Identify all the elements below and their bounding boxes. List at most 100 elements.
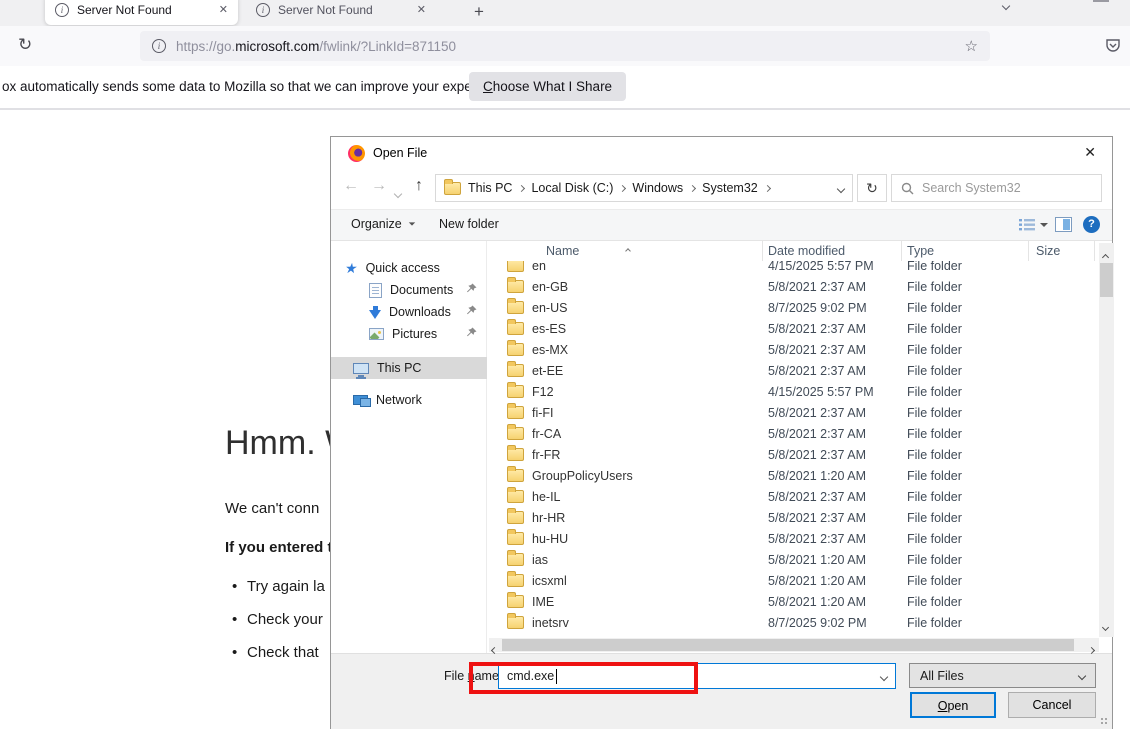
column-header-size[interactable]: Size bbox=[1029, 241, 1095, 261]
file-row[interactable]: he-IL 5/8/2021 2:37 AM File folder bbox=[487, 486, 1099, 507]
pocket-icon[interactable] bbox=[1104, 36, 1122, 59]
sidebar-item-this-pc[interactable]: This PC bbox=[331, 357, 487, 379]
dialog-title: Open File bbox=[373, 146, 427, 160]
breadcrumb-item[interactable]: Windows bbox=[632, 181, 683, 195]
file-row[interactable]: icsxml 5/8/2021 1:20 AM File folder bbox=[487, 570, 1099, 591]
horizontal-scrollbar-thumb[interactable] bbox=[502, 639, 1074, 651]
tab-close-icon[interactable]: ✕ bbox=[219, 3, 228, 16]
site-info-icon[interactable]: i bbox=[152, 39, 166, 53]
folder-icon bbox=[507, 532, 524, 545]
file-row[interactable]: en 4/15/2025 5:57 PM File folder bbox=[487, 261, 1099, 276]
file-type-dropdown-icon bbox=[1078, 671, 1086, 679]
file-name-dropdown-icon[interactable] bbox=[881, 669, 887, 683]
scroll-down-icon[interactable] bbox=[1103, 619, 1108, 633]
file-row[interactable]: GroupPolicyUsers 5/8/2021 1:20 AM File f… bbox=[487, 465, 1099, 486]
file-row[interactable]: fr-CA 5/8/2021 2:37 AM File folder bbox=[487, 423, 1099, 444]
sidebar-item-documents[interactable]: Documents bbox=[331, 279, 487, 301]
breadcrumb[interactable]: This PC Local Disk (C:) Windows System32 bbox=[435, 174, 853, 202]
breadcrumb-item[interactable]: This PC bbox=[468, 181, 512, 195]
column-header-type[interactable]: Type bbox=[902, 241, 1029, 261]
scroll-right-icon[interactable] bbox=[1089, 642, 1094, 656]
refresh-icon[interactable]: ↻ bbox=[857, 174, 887, 202]
file-type: File folder bbox=[902, 364, 1029, 378]
file-row[interactable]: IME 5/8/2021 1:20 AM File folder bbox=[487, 591, 1099, 612]
file-row[interactable]: et-EE 5/8/2021 2:37 AM File folder bbox=[487, 360, 1099, 381]
file-type: File folder bbox=[902, 427, 1029, 441]
dialog-title-bar[interactable]: Open File ✕ bbox=[331, 137, 1112, 170]
url-bar[interactable]: i https://go.microsoft.com/fwlink/?LinkI… bbox=[140, 31, 990, 61]
new-folder-button[interactable]: New folder bbox=[439, 217, 499, 231]
dialog-close-icon[interactable]: ✕ bbox=[1084, 144, 1096, 161]
file-row[interactable]: hu-HU 5/8/2021 2:37 AM File folder bbox=[487, 528, 1099, 549]
file-row[interactable]: es-ES 5/8/2021 2:37 AM File folder bbox=[487, 318, 1099, 339]
sidebar-item-downloads[interactable]: Downloads bbox=[331, 301, 487, 323]
dialog-body: ★ Quick access Documents Downloads bbox=[331, 241, 1112, 653]
file-type: File folder bbox=[902, 469, 1029, 483]
breadcrumb-chevron-icon[interactable] bbox=[519, 186, 524, 191]
folder-icon bbox=[507, 595, 524, 608]
navigation-toolbar: ↻ i https://go.microsoft.com/fwlink/?Lin… bbox=[0, 26, 1130, 66]
file-row[interactable]: en-US 8/7/2025 9:02 PM File folder bbox=[487, 297, 1099, 318]
column-header-date-modified[interactable]: Date modified bbox=[763, 241, 902, 261]
vertical-scrollbar-thumb[interactable] bbox=[1100, 263, 1113, 297]
file-row[interactable]: es-MX 5/8/2021 2:37 AM File folder bbox=[487, 339, 1099, 360]
folder-icon bbox=[507, 553, 524, 566]
tab-server-not-found-inactive[interactable]: i Server Not Found ✕ bbox=[246, 0, 436, 25]
file-type: File folder bbox=[902, 490, 1029, 504]
open-button[interactable]: Open bbox=[910, 692, 996, 718]
preview-pane-button[interactable] bbox=[1055, 217, 1072, 232]
reload-icon[interactable]: ↻ bbox=[18, 35, 32, 55]
search-placeholder: Search System32 bbox=[922, 181, 1021, 195]
annotation-red-box bbox=[469, 662, 698, 694]
tab-close-icon[interactable]: ✕ bbox=[417, 3, 426, 16]
file-row[interactable]: inetsrv 8/7/2025 9:02 PM File folder bbox=[487, 612, 1099, 633]
sidebar-item-pictures[interactable]: Pictures bbox=[331, 323, 487, 345]
breadcrumb-chevron-icon[interactable] bbox=[765, 186, 770, 191]
sort-ascending-icon bbox=[626, 242, 630, 256]
breadcrumb-chevron-icon[interactable] bbox=[620, 186, 625, 191]
file-date-modified: 5/8/2021 1:20 AM bbox=[763, 595, 902, 609]
search-box[interactable]: Search System32 bbox=[891, 174, 1102, 202]
file-row[interactable]: ias 5/8/2021 1:20 AM File folder bbox=[487, 549, 1099, 570]
file-row[interactable]: fr-FR 5/8/2021 2:37 AM File folder bbox=[487, 444, 1099, 465]
sidebar-item-network[interactable]: Network bbox=[331, 389, 487, 411]
file-list: en 4/15/2025 5:57 PM File folder en-GB 5… bbox=[487, 261, 1099, 633]
tab-server-not-found-active[interactable]: i Server Not Found ✕ bbox=[45, 0, 238, 25]
list-all-tabs-icon[interactable] bbox=[1003, 0, 1009, 14]
file-date-modified: 5/8/2021 2:37 AM bbox=[763, 322, 902, 336]
file-row[interactable]: F12 4/15/2025 5:57 PM File folder bbox=[487, 381, 1099, 402]
scroll-left-icon[interactable] bbox=[492, 642, 497, 656]
bookmark-star-icon[interactable]: ☆ bbox=[965, 37, 978, 55]
file-type: File folder bbox=[902, 261, 1029, 273]
file-type: File folder bbox=[902, 448, 1029, 462]
folder-icon bbox=[507, 427, 524, 440]
choose-what-i-share-button[interactable]: Choose What I Share bbox=[469, 72, 626, 101]
forward-icon[interactable]: → bbox=[371, 177, 387, 195]
firefox-icon bbox=[348, 145, 365, 162]
file-row[interactable]: fi-FI 5/8/2021 2:37 AM File folder bbox=[487, 402, 1099, 423]
new-tab-button[interactable]: + bbox=[474, 2, 484, 22]
resize-grip-icon[interactable] bbox=[1101, 718, 1109, 726]
breadcrumb-chevron-icon[interactable] bbox=[690, 186, 695, 191]
back-icon[interactable]: ← bbox=[343, 177, 359, 195]
file-type-select[interactable]: All Files bbox=[909, 663, 1096, 688]
organize-button[interactable]: Organize bbox=[351, 217, 416, 231]
cancel-button[interactable]: Cancel bbox=[1008, 692, 1096, 718]
quick-access-star-icon: ★ bbox=[344, 260, 359, 277]
change-view-button[interactable] bbox=[1019, 218, 1048, 232]
breadcrumb-item[interactable]: Local Disk (C:) bbox=[531, 181, 613, 195]
sidebar-item-quick-access[interactable]: ★ Quick access bbox=[331, 257, 487, 279]
file-row[interactable]: hr-HR 5/8/2021 2:37 AM File folder bbox=[487, 507, 1099, 528]
scroll-up-icon[interactable] bbox=[1103, 249, 1108, 263]
horizontal-scrollbar[interactable] bbox=[489, 638, 1099, 652]
breadcrumb-item[interactable]: System32 bbox=[702, 181, 758, 195]
pin-icon bbox=[466, 327, 477, 341]
help-icon[interactable]: ? bbox=[1083, 216, 1100, 233]
address-dropdown-icon[interactable] bbox=[838, 181, 844, 195]
file-row[interactable]: en-GB 5/8/2021 2:37 AM File folder bbox=[487, 276, 1099, 297]
up-icon[interactable]: ↑ bbox=[415, 177, 423, 195]
vertical-scrollbar[interactable] bbox=[1099, 243, 1114, 637]
minimize-icon[interactable] bbox=[1093, 0, 1109, 2]
recent-locations-icon[interactable] bbox=[395, 184, 401, 202]
folder-icon bbox=[507, 343, 524, 356]
